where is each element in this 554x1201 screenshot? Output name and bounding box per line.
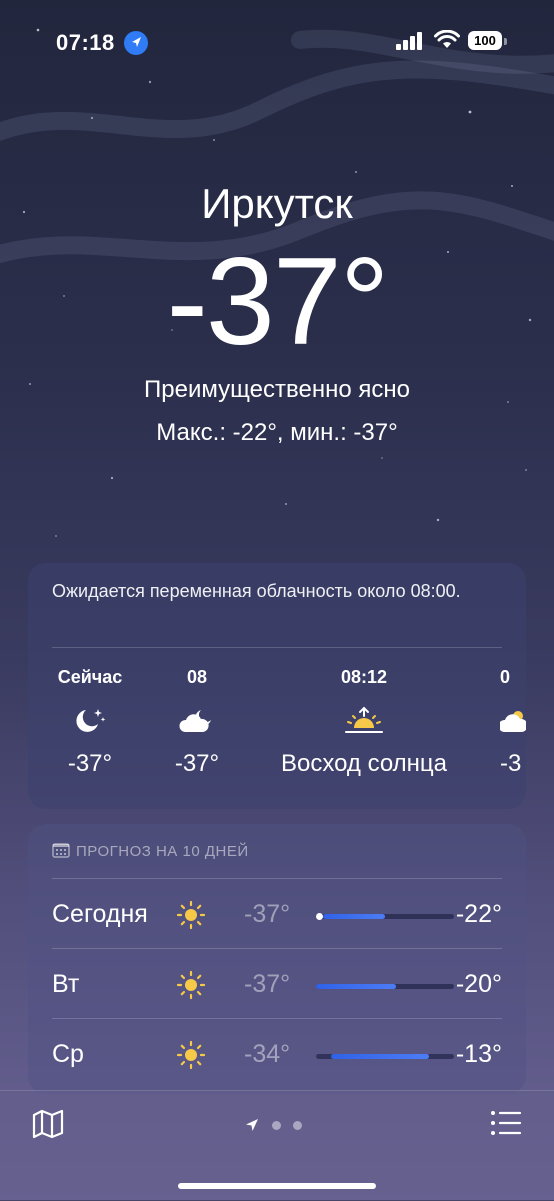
forecast-header: ПРОГНОЗ НА 10 ДНЕЙ xyxy=(52,842,249,860)
battery-tip xyxy=(504,38,507,45)
forecast-row[interactable]: Сегодня -37° -22° xyxy=(52,878,502,948)
current-temperature: -37° xyxy=(166,233,390,371)
hour-label: 0 xyxy=(500,667,511,687)
forecast-day: Ср xyxy=(52,1040,84,1068)
temperature-range-bar xyxy=(316,1054,454,1059)
status-bar: 07:18 100 xyxy=(0,28,554,58)
sun-icon xyxy=(176,970,206,1005)
sun-icon xyxy=(176,1040,206,1075)
temperature-range-bar xyxy=(315,913,454,920)
divider xyxy=(52,1018,502,1019)
cloud-moon-icon xyxy=(158,706,236,736)
weather-condition: Преимущественно ясно xyxy=(144,376,410,403)
hour-temperature: -37° xyxy=(67,750,113,777)
sunrise-icon xyxy=(256,706,472,736)
forecast-high: -22° xyxy=(455,900,502,928)
current-temperature-dot xyxy=(315,913,323,920)
hour-label: 08 xyxy=(186,667,208,687)
location-arrow-icon xyxy=(124,31,148,55)
hour-label: Сейчас xyxy=(57,667,123,687)
page-indicator[interactable] xyxy=(244,1117,302,1133)
forecast-row[interactable]: Ср -34° -13° xyxy=(52,1018,502,1088)
city-name: Иркутск xyxy=(201,180,353,227)
divider xyxy=(52,878,502,879)
high-low-temperature: Макс.: -22°, мин.: -37° xyxy=(156,419,398,446)
hourly-summary: Ожидается переменная облачность около 08… xyxy=(52,581,461,601)
location-arrow-icon xyxy=(246,1119,258,1131)
ten-day-forecast-card[interactable]: ПРОГНОЗ НА 10 ДНЕЙ Сегодня -37° -22° Вт … xyxy=(28,824,526,1094)
temperature-range-fill xyxy=(331,1054,430,1059)
moon-stars-icon xyxy=(42,706,138,736)
hour-item: 08 -37° xyxy=(158,667,236,778)
forecast-low: -37° xyxy=(244,900,291,928)
forecast-low: -34° xyxy=(244,1040,291,1068)
home-indicator xyxy=(178,1183,376,1189)
page-dot xyxy=(293,1120,302,1130)
list-icon[interactable] xyxy=(490,1109,522,1142)
temperature-range-fill xyxy=(316,984,397,989)
bottom-toolbar xyxy=(0,1090,554,1201)
divider xyxy=(52,948,502,949)
sun-icon xyxy=(176,900,206,935)
forecast-high: -20° xyxy=(455,970,502,998)
map-icon[interactable] xyxy=(32,1109,64,1144)
forecast-header-label: ПРОГНОЗ НА 10 ДНЕЙ xyxy=(76,843,249,860)
hour-item: 0 -3 xyxy=(498,667,526,778)
hourly-forecast-card[interactable]: Ожидается переменная облачность около 08… xyxy=(28,563,526,809)
hour-item: 08:12 Восход солнца xyxy=(256,667,472,778)
forecast-high: -13° xyxy=(455,1040,502,1068)
hour-temperature: -37° xyxy=(174,750,220,777)
forecast-row[interactable]: Вт -37° -20° xyxy=(52,948,502,1018)
temperature-range-fill xyxy=(322,914,385,919)
temperature-range-bar xyxy=(316,984,454,989)
forecast-day: Вт xyxy=(52,970,80,998)
hour-item: Сейчас -37° xyxy=(42,667,138,778)
battery-indicator: 100 xyxy=(468,31,502,50)
page-dot xyxy=(272,1120,281,1130)
cellular-signal-icon xyxy=(396,32,422,50)
wifi-icon xyxy=(434,30,460,48)
calendar-icon xyxy=(52,843,70,858)
status-time: 07:18 xyxy=(56,30,115,55)
forecast-day: Сегодня xyxy=(52,900,148,928)
forecast-low: -37° xyxy=(244,970,291,998)
divider xyxy=(52,647,502,648)
hour-label: 08:12 xyxy=(340,667,388,687)
cloud-sun-icon xyxy=(498,706,526,736)
hour-temperature: -3 xyxy=(500,750,522,777)
sunrise-label: Восход солнца xyxy=(280,750,448,777)
